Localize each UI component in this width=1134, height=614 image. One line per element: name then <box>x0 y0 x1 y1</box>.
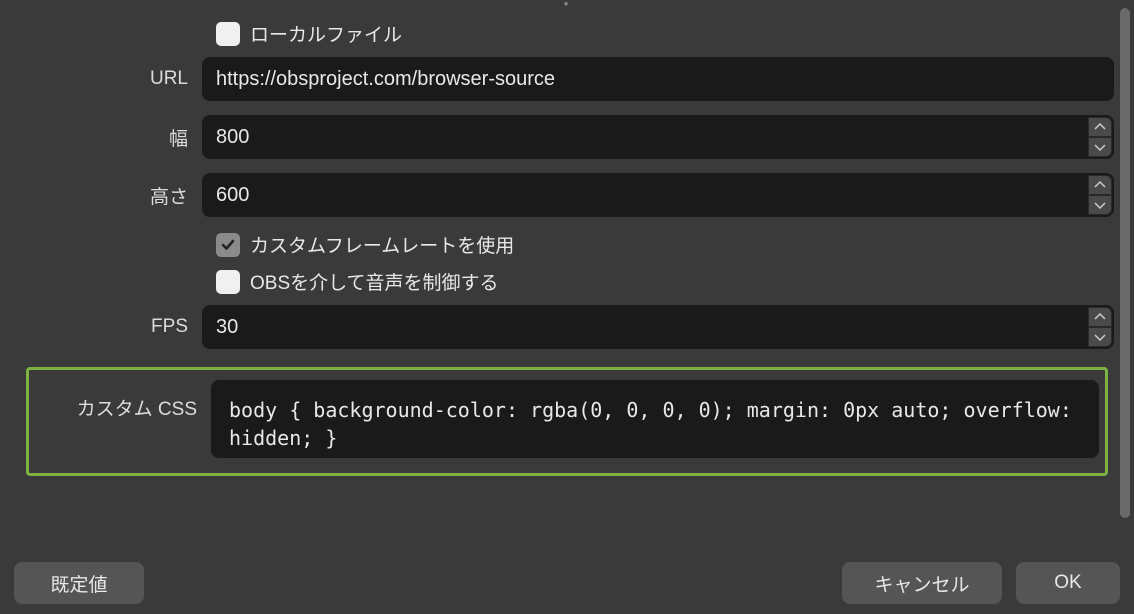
custom-framerate-label: カスタムフレームレートを使用 <box>250 231 514 258</box>
fps-input[interactable] <box>202 305 1114 349</box>
local-file-label: ローカルファイル <box>250 20 402 47</box>
height-input[interactable] <box>202 173 1114 217</box>
ok-button[interactable]: OK <box>1016 562 1120 604</box>
width-step-down[interactable] <box>1088 137 1112 157</box>
width-input[interactable] <box>202 115 1114 159</box>
height-label: 高さ <box>20 182 202 209</box>
scrollbar[interactable] <box>1120 8 1130 518</box>
url-label: URL <box>20 68 202 90</box>
height-step-down[interactable] <box>1088 195 1112 215</box>
custom-css-input[interactable] <box>211 380 1099 458</box>
width-label: 幅 <box>20 124 202 151</box>
fps-step-down[interactable] <box>1088 327 1112 347</box>
defaults-button[interactable]: 既定値 <box>14 562 144 604</box>
local-file-checkbox[interactable] <box>216 22 240 46</box>
height-step-up[interactable] <box>1088 175 1112 195</box>
bottom-bar: 既定値 キャンセル OK <box>0 552 1134 614</box>
fps-step-up[interactable] <box>1088 307 1112 327</box>
fps-label: FPS <box>20 316 202 338</box>
cancel-button[interactable]: キャンセル <box>842 562 1002 604</box>
control-audio-label: OBSを介して音声を制御する <box>250 268 499 295</box>
custom-css-label: カスタム CSS <box>35 380 211 421</box>
drag-handle[interactable]: ● <box>547 0 587 6</box>
width-step-up[interactable] <box>1088 117 1112 137</box>
control-audio-checkbox[interactable] <box>216 270 240 294</box>
properties-panel: ローカルファイル URL 幅 高さ カスタムフレ <box>0 0 1134 476</box>
custom-framerate-checkbox[interactable] <box>216 233 240 257</box>
custom-css-highlight: カスタム CSS <box>26 367 1108 476</box>
url-input[interactable] <box>202 57 1114 101</box>
